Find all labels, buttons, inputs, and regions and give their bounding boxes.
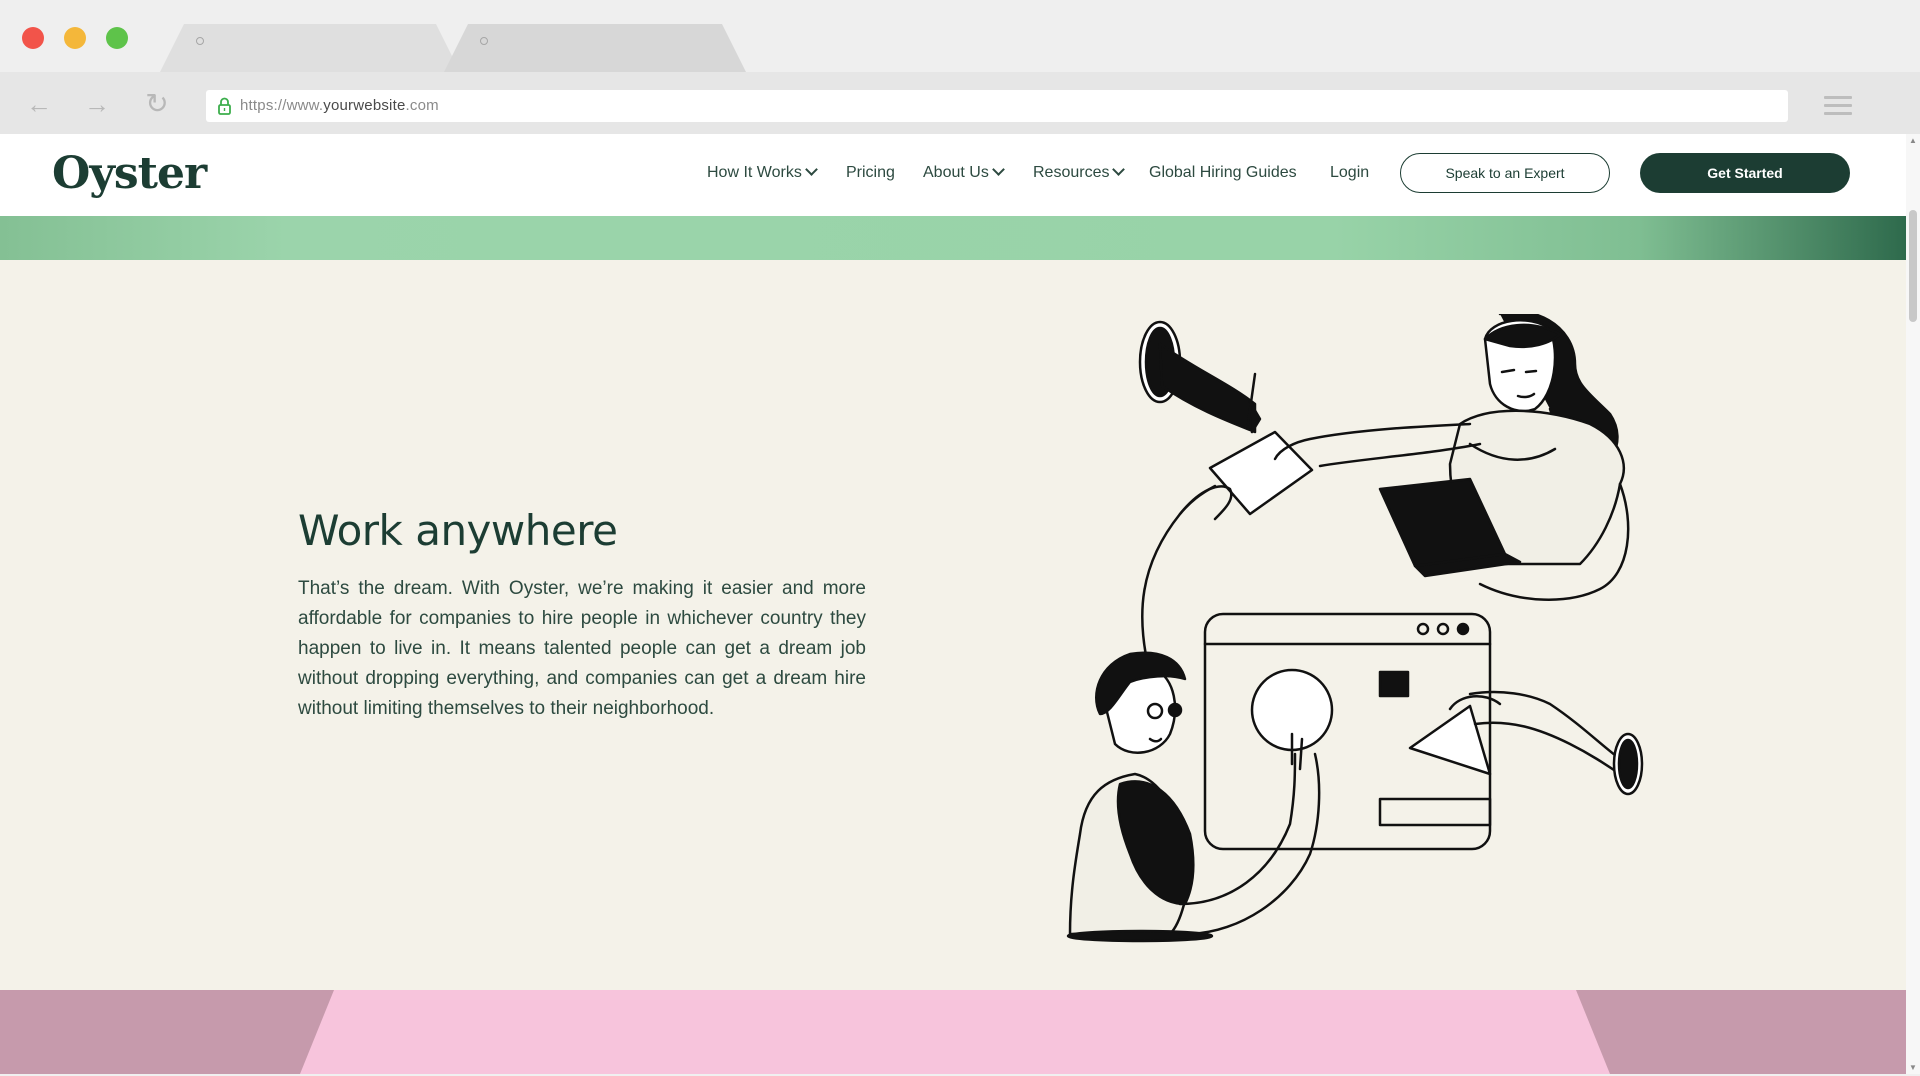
tab-favicon-icon	[196, 37, 204, 45]
nav-about-us[interactable]: About Us	[923, 163, 1005, 182]
decorative-pink-band	[0, 990, 1906, 1074]
chevron-down-icon	[1112, 163, 1126, 176]
speak-to-expert-button[interactable]: Speak to an Expert	[1400, 153, 1610, 193]
section-headline: Work anywhere	[298, 506, 618, 556]
browser-titlebar	[0, 0, 1920, 72]
scroll-up-arrow-icon[interactable]: ▲	[1909, 136, 1917, 145]
lock-icon	[218, 97, 231, 115]
nav-login[interactable]: Login	[1330, 164, 1369, 182]
decorative-green-band	[0, 216, 1906, 260]
close-window-button[interactable]	[22, 27, 44, 49]
scroll-down-arrow-icon[interactable]: ▼	[1909, 1063, 1917, 1072]
hamburger-menu-icon[interactable]	[1824, 96, 1852, 115]
tab-favicon-icon	[480, 37, 488, 45]
back-arrow-icon[interactable]: ←	[24, 91, 54, 117]
section-paragraph: That’s the dream. With Oyster, we’re mak…	[298, 578, 866, 719]
maximize-window-button[interactable]	[106, 27, 128, 49]
minimize-window-button[interactable]	[64, 27, 86, 49]
nav-how-it-works[interactable]: How It Works	[707, 163, 818, 182]
chevron-down-icon	[804, 163, 818, 176]
scrollbar-thumb[interactable]	[1909, 210, 1917, 322]
remote-work-illustration	[1066, 314, 1644, 943]
url-text: https://www.yourwebsite.com	[240, 97, 439, 114]
forward-arrow-icon[interactable]: →	[82, 91, 112, 117]
nav-resources[interactable]: Resources	[1033, 163, 1126, 182]
browser-tab-2[interactable]	[444, 24, 746, 72]
get-started-button[interactable]: Get Started	[1640, 153, 1850, 193]
page-scrollbar[interactable]: ▲ ▼	[1906, 134, 1920, 1074]
site-header: Oyster How It Works Pricing About Us Res…	[0, 134, 1906, 216]
browser-tab-1[interactable]	[160, 24, 460, 72]
page-viewport: Oyster How It Works Pricing About Us Res…	[0, 134, 1906, 1074]
chevron-down-icon	[991, 163, 1005, 176]
address-bar[interactable]: https://www.yourwebsite.com	[206, 90, 1788, 122]
oyster-logo[interactable]: Oyster	[52, 148, 207, 199]
nav-global-hiring-guides[interactable]: Global Hiring Guides	[1149, 164, 1297, 182]
browser-toolbar: ← → ↻ https://www.yourwebsite.com	[0, 72, 1920, 134]
reload-icon[interactable]: ↻	[142, 90, 172, 118]
nav-pricing[interactable]: Pricing	[846, 164, 895, 182]
